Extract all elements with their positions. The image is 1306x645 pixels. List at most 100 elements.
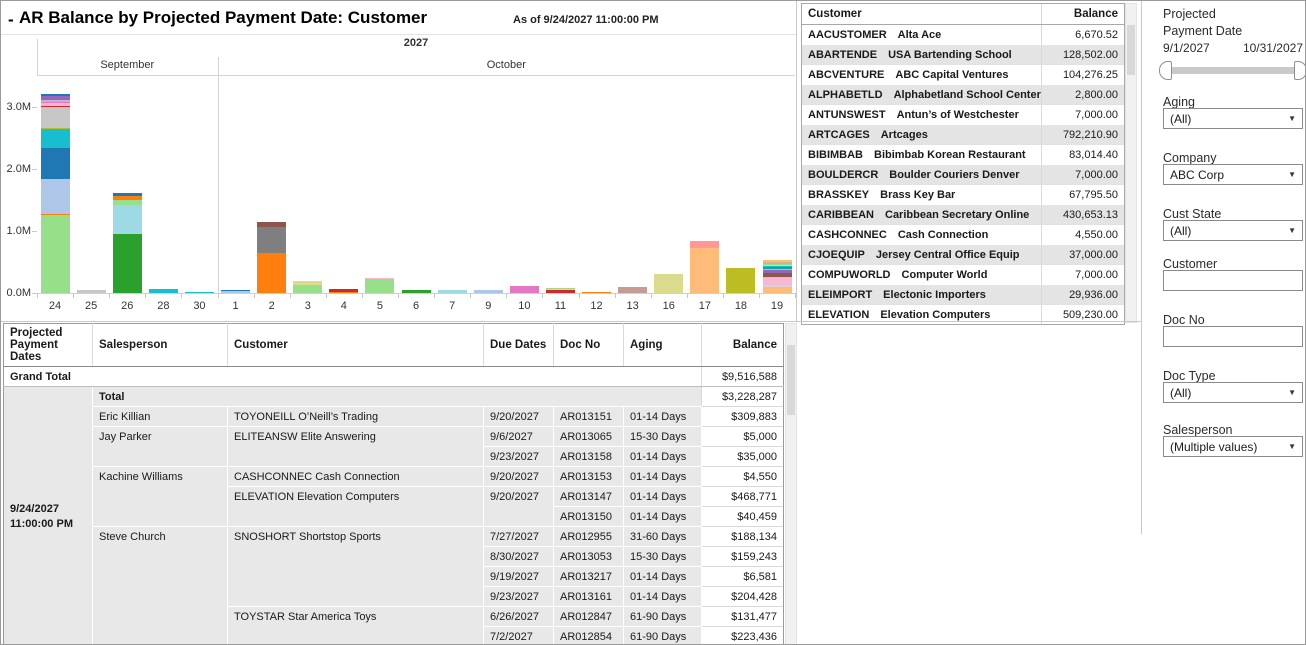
bar-segment[interactable] — [221, 291, 250, 293]
bar-segment[interactable] — [510, 286, 539, 293]
collapse-icon[interactable]: - — [8, 10, 14, 30]
bar-segment[interactable] — [113, 234, 142, 293]
balance-cell[interactable]: $40,459 — [702, 507, 784, 527]
bar-segment[interactable] — [763, 287, 792, 293]
customer-row[interactable]: BOULDERCR Boulder Couriers Denver7,000.0… — [802, 165, 1125, 185]
due-date-cell[interactable]: 7/27/2027 — [484, 527, 554, 547]
customer-cell[interactable]: TOYSTAR Star America Toys — [228, 607, 484, 627]
customer-cell[interactable]: ABCVENTURE ABC Capital Ventures — [802, 65, 1042, 85]
salesperson-cell[interactable]: Eric Killian — [93, 407, 228, 427]
group-total-row[interactable]: 9/24/202711:00:00 PMTotal$3,228,287 — [4, 387, 784, 407]
detail-row[interactable]: Jay ParkerELITEANSW Elite Answering9/6/2… — [4, 427, 784, 447]
bar-segment[interactable] — [690, 248, 719, 293]
bar-day-1[interactable] — [221, 290, 250, 293]
customer-row[interactable]: ARTCAGES Artcages792,210.90 — [802, 125, 1125, 145]
doc-no-cell[interactable]: AR013065 — [554, 427, 624, 447]
bar-segment[interactable] — [763, 278, 792, 285]
detail-row[interactable]: 8/30/2027AR01305315-30 Days$159,243 — [4, 547, 784, 567]
salesperson-cell[interactable]: Jay Parker — [93, 427, 228, 447]
aging-cell[interactable]: 01-14 Days — [624, 567, 702, 587]
bar-day-17[interactable] — [690, 241, 719, 293]
balance-cell[interactable]: $309,883 — [702, 407, 784, 427]
doc-no-cell[interactable]: AR013158 — [554, 447, 624, 467]
doc-no-cell[interactable]: AR013150 — [554, 507, 624, 527]
salesperson-select[interactable]: (Multiple values) ▼ — [1163, 436, 1303, 457]
doc-no-cell[interactable]: AR013217 — [554, 567, 624, 587]
detail-row[interactable]: AR01315001-14 Days$40,459 — [4, 507, 784, 527]
customer-row[interactable]: CARIBBEAN Caribbean Secretary Online430,… — [802, 205, 1125, 225]
bar-day-26[interactable] — [113, 193, 142, 293]
customer-balance-cell[interactable]: 83,014.40 — [1042, 145, 1125, 165]
customer-cell[interactable]: BOULDERCR Boulder Couriers Denver — [802, 165, 1042, 185]
doc-type-select[interactable]: (All) ▼ — [1163, 382, 1303, 403]
customer-cell[interactable]: CJOEQUIP Jersey Central Office Equip — [802, 245, 1042, 265]
bar-segment[interactable] — [402, 290, 431, 293]
balance-cell[interactable]: $35,000 — [702, 447, 784, 467]
doc-no-cell[interactable]: AR012854 — [554, 627, 624, 645]
bar-segment[interactable] — [293, 285, 322, 293]
balance-cell[interactable]: $188,134 — [702, 527, 784, 547]
bar-segment[interactable] — [77, 290, 106, 293]
customer-balance-cell[interactable]: 7,000.00 — [1042, 165, 1125, 185]
customer-balance-cell[interactable]: 4,550.00 — [1042, 225, 1125, 245]
detail-row[interactable]: TOYSTAR Star America Toys6/26/2027AR0128… — [4, 607, 784, 627]
bar-segment[interactable] — [41, 179, 70, 213]
due-date-cell[interactable]: 6/26/2027 — [484, 607, 554, 627]
customer-cell[interactable]: COMPUWORLD Computer World — [802, 265, 1042, 285]
customer-cell[interactable] — [228, 587, 484, 607]
customer-balance-cell[interactable]: 7,000.00 — [1042, 265, 1125, 285]
due-date-cell[interactable]: 7/2/2027 — [484, 627, 554, 645]
customer-row[interactable]: BIBIMBAB Bibimbab Korean Restaurant83,01… — [802, 145, 1125, 165]
detail-row[interactable]: 9/23/2027AR01315801-14 Days$35,000 — [4, 447, 784, 467]
customer-balance-cell[interactable]: 7,000.00 — [1042, 105, 1125, 125]
cust-state-select[interactable]: (All) ▼ — [1163, 220, 1303, 241]
customer-cell[interactable] — [228, 567, 484, 587]
customer-cell[interactable]: CASHCONNEC Cash Connection — [802, 225, 1042, 245]
due-date-cell[interactable]: 9/23/2027 — [484, 587, 554, 607]
bar-day-25[interactable] — [77, 290, 106, 293]
customer-balance-cell[interactable]: 6,670.52 — [1042, 25, 1125, 45]
doc-no-cell[interactable]: AR013147 — [554, 487, 624, 507]
customer-row[interactable]: COMPUWORLD Computer World7,000.00 — [802, 265, 1125, 285]
grand-total-row[interactable]: Grand Total$9,516,588 — [4, 367, 784, 387]
aging-cell[interactable]: 01-14 Days — [624, 487, 702, 507]
balance-cell[interactable]: $131,477 — [702, 607, 784, 627]
bar-segment[interactable] — [654, 274, 683, 293]
salesperson-cell[interactable]: Kachine Williams — [93, 467, 228, 487]
detail-row[interactable]: Eric KillianTOYONEILL O’Neill’s Trading9… — [4, 407, 784, 427]
salesperson-cell[interactable] — [93, 587, 228, 607]
customer-cell[interactable]: BIBIMBAB Bibimbab Korean Restaurant — [802, 145, 1042, 165]
aging-cell[interactable]: 01-14 Days — [624, 407, 702, 427]
due-date-cell[interactable]: 9/20/2027 — [484, 467, 554, 487]
bar-segment[interactable] — [149, 289, 178, 293]
bar-segment[interactable] — [474, 290, 503, 293]
company-select[interactable]: ABC Corp ▼ — [1163, 164, 1303, 185]
aging-cell[interactable]: 15-30 Days — [624, 547, 702, 567]
customer-cell[interactable]: ANTUNSWEST Antun’s of Westchester — [802, 105, 1042, 125]
bar-day-16[interactable] — [654, 274, 683, 293]
bar-day-24[interactable] — [41, 94, 70, 293]
customer-row[interactable]: ELEIMPORT Electonic Importers29,936.00 — [802, 285, 1125, 305]
aging-cell[interactable]: 61-90 Days — [624, 627, 702, 645]
detail-column-header[interactable]: Doc No — [554, 324, 624, 367]
bar-segment[interactable] — [41, 107, 70, 128]
customer-row[interactable]: AACUSTOMER Alta Ace6,670.52 — [802, 25, 1125, 45]
bar-day-9[interactable] — [474, 290, 503, 293]
doc-no-input[interactable] — [1163, 326, 1303, 347]
bar-day-18[interactable] — [726, 268, 755, 293]
aging-cell[interactable]: 61-90 Days — [624, 607, 702, 627]
bar-segment[interactable] — [618, 287, 647, 293]
aging-cell[interactable]: 01-14 Days — [624, 447, 702, 467]
customer-row[interactable]: ABARTENDE USA Bartending School128,502.0… — [802, 45, 1125, 65]
bar-segment[interactable] — [257, 227, 286, 254]
customer-cell[interactable] — [228, 447, 484, 467]
balance-column-header[interactable]: Balance — [1042, 4, 1125, 25]
customer-cell[interactable]: TOYONEILL O’Neill’s Trading — [228, 407, 484, 427]
aging-select[interactable]: (All) ▼ — [1163, 108, 1303, 129]
doc-no-cell[interactable]: AR013153 — [554, 467, 624, 487]
detail-column-header[interactable]: Aging — [624, 324, 702, 367]
balance-cell[interactable]: $6,581 — [702, 567, 784, 587]
aging-cell[interactable]: 15-30 Days — [624, 427, 702, 447]
detail-row[interactable]: Steve ChurchSNOSHORT Shortstop Sports7/2… — [4, 527, 784, 547]
due-date-cell[interactable]: 9/20/2027 — [484, 487, 554, 507]
